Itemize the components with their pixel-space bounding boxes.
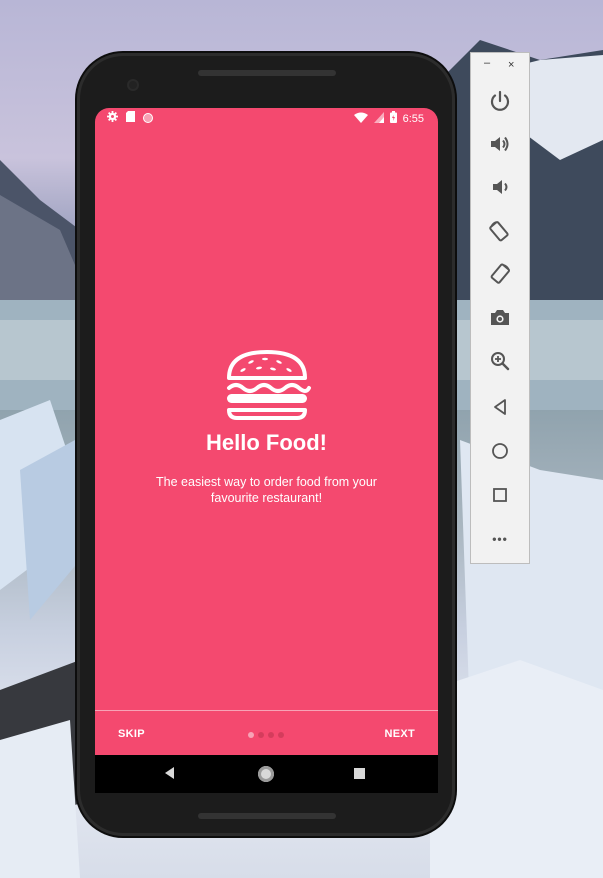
minimize-button[interactable]: – <box>484 57 490 69</box>
more-icon[interactable]: ••• <box>488 527 512 551</box>
sdcard-icon <box>126 111 135 125</box>
volume-down-icon[interactable] <box>488 175 512 199</box>
top-speaker <box>198 70 336 76</box>
volume-up-icon[interactable] <box>488 132 512 156</box>
signal-icon <box>373 111 384 126</box>
home-icon[interactable] <box>488 439 512 463</box>
back-icon[interactable] <box>488 395 512 419</box>
page-dot-4[interactable] <box>278 732 284 738</box>
rotate-right-icon[interactable] <box>488 262 512 286</box>
onboarding-title: Hello Food! <box>206 430 327 455</box>
zoom-icon[interactable] <box>488 349 512 373</box>
panel-window-controls: – × <box>471 57 529 73</box>
phone-frame: 6:55 Hello Food! The easiest way to orde… <box>77 53 455 836</box>
page-dot-3[interactable] <box>268 732 274 738</box>
recents-icon[interactable] <box>354 768 365 779</box>
close-button[interactable]: × <box>508 59 514 71</box>
skip-button[interactable]: SKIP <box>118 728 145 740</box>
navigation-bar <box>95 755 438 793</box>
onboarding-slide: Hello Food! The easiest way to order foo… <box>95 348 438 506</box>
battery-icon <box>389 111 397 126</box>
status-bar: 6:55 <box>95 108 438 128</box>
front-camera <box>129 81 137 89</box>
burger-icon <box>95 348 438 422</box>
bottom-speaker <box>198 813 336 819</box>
onboarding-bottom-bar: SKIP NEXT <box>95 711 438 755</box>
overview-icon[interactable] <box>488 483 512 507</box>
home-icon[interactable] <box>258 766 274 782</box>
page-dot-2[interactable] <box>258 732 264 738</box>
emulator-control-panel: – × ••• <box>470 52 530 564</box>
wifi-icon <box>353 112 368 126</box>
phone-screen: 6:55 Hello Food! The easiest way to orde… <box>95 108 438 793</box>
status-time: 6:55 <box>402 112 424 125</box>
page-dot-1[interactable] <box>248 732 254 738</box>
back-icon[interactable] <box>165 767 174 779</box>
rotate-left-icon[interactable] <box>488 219 512 243</box>
gear-icon <box>107 111 118 125</box>
page-indicator <box>248 732 284 738</box>
circle-notification-icon <box>143 113 153 123</box>
camera-icon[interactable] <box>488 306 512 330</box>
power-icon[interactable] <box>488 89 512 113</box>
onboarding-subtitle: The easiest way to order food from your … <box>156 475 377 505</box>
next-button[interactable]: NEXT <box>384 728 415 740</box>
